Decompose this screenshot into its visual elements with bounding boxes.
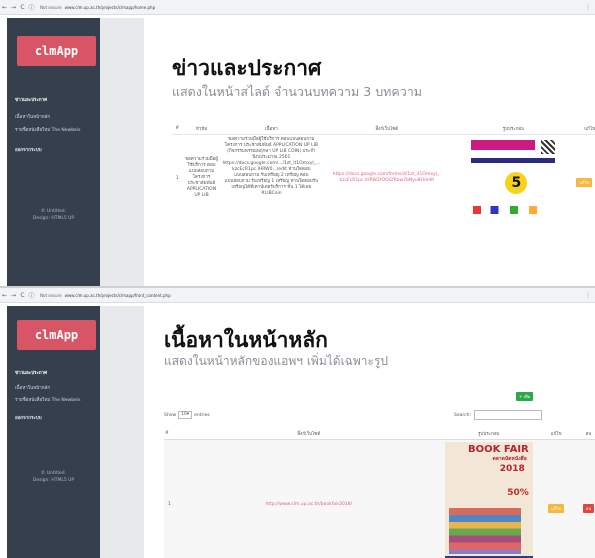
sidebar-item-news[interactable]: ข่าวและประกาศ	[15, 95, 96, 106]
col-topic[interactable]: หัวข้อ	[183, 122, 221, 135]
row-edit-cell: แก้ไข	[539, 440, 572, 558]
main-content: เนื้อหาในหน้าหลัก แสดงในหน้าหลักของแอพฯ …	[144, 306, 595, 558]
footer-copyright: © Untitled.	[40, 471, 67, 476]
url-text[interactable]: www.clm.up.ac.th/projects/clmapp/front_c…	[65, 293, 171, 298]
forward-icon[interactable]: →	[9, 292, 18, 299]
poster-logos	[473, 206, 554, 214]
table-row: 1 ขอความร่วมมือผู้ใช้บริการ ตอบแบบสอบถาม…	[172, 134, 595, 222]
row-content: ขอความร่วมมือผู้ใช้บริการ ตอบแบบสอบถาม โ…	[222, 137, 321, 196]
row-link[interactable]: http://www.clm.up.ac.th/bookfair2018/	[180, 440, 438, 558]
entries-label: entries	[194, 412, 210, 418]
entries-select[interactable]: 10 ▾	[178, 411, 193, 419]
sidebar-item-main-content[interactable]: เนื้อหาในหน้าหลัก	[15, 112, 96, 123]
url-text[interactable]: www.clm.up.ac.th/projects/clmapp/home.ph…	[65, 5, 156, 10]
row-num: 1	[168, 502, 171, 507]
back-icon[interactable]: ←	[0, 292, 9, 299]
info-icon: ⓘ	[28, 292, 35, 300]
col-delete[interactable]: ลบ	[573, 427, 595, 440]
kebab-menu-icon[interactable]: ⋮	[585, 292, 591, 299]
row-num: 1	[175, 175, 179, 181]
table-row: 1 http://www.clm.up.ac.th/bookfair2018/ …	[164, 439, 595, 558]
content-table: # ลิ้งก์เว็บไซต์ รูปประกอบ แก้ไข ลบ 1 ht…	[164, 427, 595, 558]
row-image: 5	[451, 135, 575, 222]
sidebar-footer: © Untitled. Design: HTML5 UP	[15, 208, 92, 222]
row-topic: ขอความร่วมมือผู้ใช้บริการ ตอบแบบสอบถาม โ…	[184, 157, 218, 198]
row-link[interactable]: https://docs.google.com/forms/d/1zt_it1O…	[322, 135, 451, 222]
sidebar-item-new-books[interactable]: รายชื่อหนังสือใหม่ The Newbeis	[15, 128, 96, 141]
address-bar[interactable]: ← → C ⓘ Not secure www.clm.up.ac.th/proj…	[0, 0, 595, 15]
poster-book-stack	[448, 508, 521, 554]
sidebar: clmApp ข่าวและประกาศ เนื้อหาในหน้าหลัก ร…	[7, 306, 100, 558]
edit-button[interactable]: แก้ไข	[548, 504, 564, 513]
screenshot-news: ← → C ⓘ Not secure www.clm.up.ac.th/proj…	[0, 0, 595, 286]
col-image[interactable]: รูปประกอบ	[451, 122, 575, 135]
gutter	[100, 18, 144, 286]
search-input[interactable]	[473, 410, 542, 420]
page-subtitle: แสดงในหน้าหลักของแอพฯ เพิ่มได้เฉพาะรูป	[164, 354, 389, 368]
edit-button[interactable]: แก้ไข	[576, 177, 593, 187]
qr-code-icon	[541, 140, 556, 154]
row-actions: แก้ไข	[575, 135, 595, 222]
page-subtitle: แสดงในหน้าสไลด์ จำนวนบทความ 3 บทความ	[172, 84, 423, 99]
reload-icon[interactable]: C	[18, 292, 27, 299]
poster-header-bar	[471, 140, 536, 150]
security-label: Not secure	[40, 4, 62, 10]
sidebar-item-logout[interactable]: ออกจากระบบ	[15, 413, 96, 424]
reload-icon[interactable]: C	[18, 4, 27, 11]
main-content: ข่าวและประกาศ แสดงในหน้าสไลด์ จำนวนบทควา…	[144, 18, 595, 286]
col-link[interactable]: ลิ้งก์เว็บไซต์	[180, 427, 438, 440]
back-icon[interactable]: ←	[0, 4, 9, 11]
gutter	[100, 306, 144, 558]
info-icon: ⓘ	[28, 4, 35, 12]
footer-design: Design: HTML5 UP	[32, 478, 75, 483]
page-title: ข่าวและประกาศ	[172, 56, 322, 80]
sidebar-item-main-content[interactable]: เนื้อหาในหน้าหลัก	[15, 383, 96, 394]
address-bar[interactable]: ← → C ⓘ Not secure www.clm.up.ac.th/proj…	[0, 288, 595, 303]
footer-design: Design: HTML5 UP	[32, 216, 75, 221]
poster-subtitle: ตลาดนัดหนังสือ	[492, 456, 527, 462]
security-label: Not secure	[40, 292, 62, 298]
col-num[interactable]: #	[172, 122, 183, 135]
sidebar-item-new-books[interactable]: รายชื่อหนังสือใหม่ The Newbeis	[15, 398, 96, 411]
bookfair-poster-image: BOOK FAIR ตลาดนัดหนังสือ 2018 50%	[444, 442, 533, 558]
col-edit[interactable]: แก้ไข	[539, 427, 572, 440]
sidebar: clmApp ข่าวและประกาศ เนื้อหาในหน้าหลัก ร…	[7, 18, 100, 286]
forward-icon[interactable]: →	[9, 4, 18, 11]
row-delete-cell: ลบ	[573, 440, 595, 558]
col-content[interactable]: เนื้อหา	[220, 122, 322, 135]
poster-title: BOOK FAIR	[468, 444, 529, 455]
sidebar-menu: ข่าวและประกาศ เนื้อหาในหน้าหลัก รายชื่อห…	[15, 95, 96, 156]
sidebar-footer: © Untitled. Design: HTML5 UP	[15, 470, 92, 484]
app-logo[interactable]: clmApp	[17, 320, 96, 350]
news-table: # หัวข้อ เนื้อหา ลิ้งก์เว็บไซต์ รูปประกอ…	[172, 122, 595, 221]
poster-discount: 50%	[507, 488, 529, 498]
col-num[interactable]: #	[164, 427, 180, 440]
delete-button[interactable]: ลบ	[582, 504, 594, 513]
sidebar-item-news[interactable]: ข่าวและประกาศ	[15, 368, 96, 379]
show-label: Show	[164, 412, 177, 418]
screenshot-main-content: ← → C ⓘ Not secure www.clm.up.ac.th/proj…	[0, 288, 595, 558]
entries-control: Show 10 ▾ entries	[164, 411, 210, 419]
search-label: Search:	[454, 412, 471, 418]
col-link[interactable]: ลิ้งก์เว็บไซต์	[322, 122, 451, 135]
chevron-down-icon: ▾	[186, 412, 190, 417]
poster-title-strip	[471, 158, 556, 163]
survey-poster-image: 5	[465, 136, 562, 220]
sidebar-menu: ข่าวและประกาศ เนื้อหาในหน้าหลัก รายชื่อห…	[15, 368, 96, 424]
footer-copyright: © Untitled.	[40, 209, 67, 214]
search-control: Search:	[454, 410, 542, 420]
col-image[interactable]: รูปประกอบ	[438, 427, 539, 440]
add-button[interactable]: + เพิ่ม	[516, 392, 534, 401]
col-edit[interactable]: แก้ไข	[575, 122, 595, 135]
poster-year: 2018	[499, 464, 525, 474]
poster-coin-icon: 5	[505, 172, 528, 194]
kebab-menu-icon[interactable]: ⋮	[585, 4, 591, 11]
row-image: BOOK FAIR ตลาดนัดหนังสือ 2018 50%	[438, 440, 539, 558]
app-logo[interactable]: clmApp	[17, 36, 96, 66]
sidebar-item-logout[interactable]: ออกจากระบบ	[15, 145, 96, 156]
